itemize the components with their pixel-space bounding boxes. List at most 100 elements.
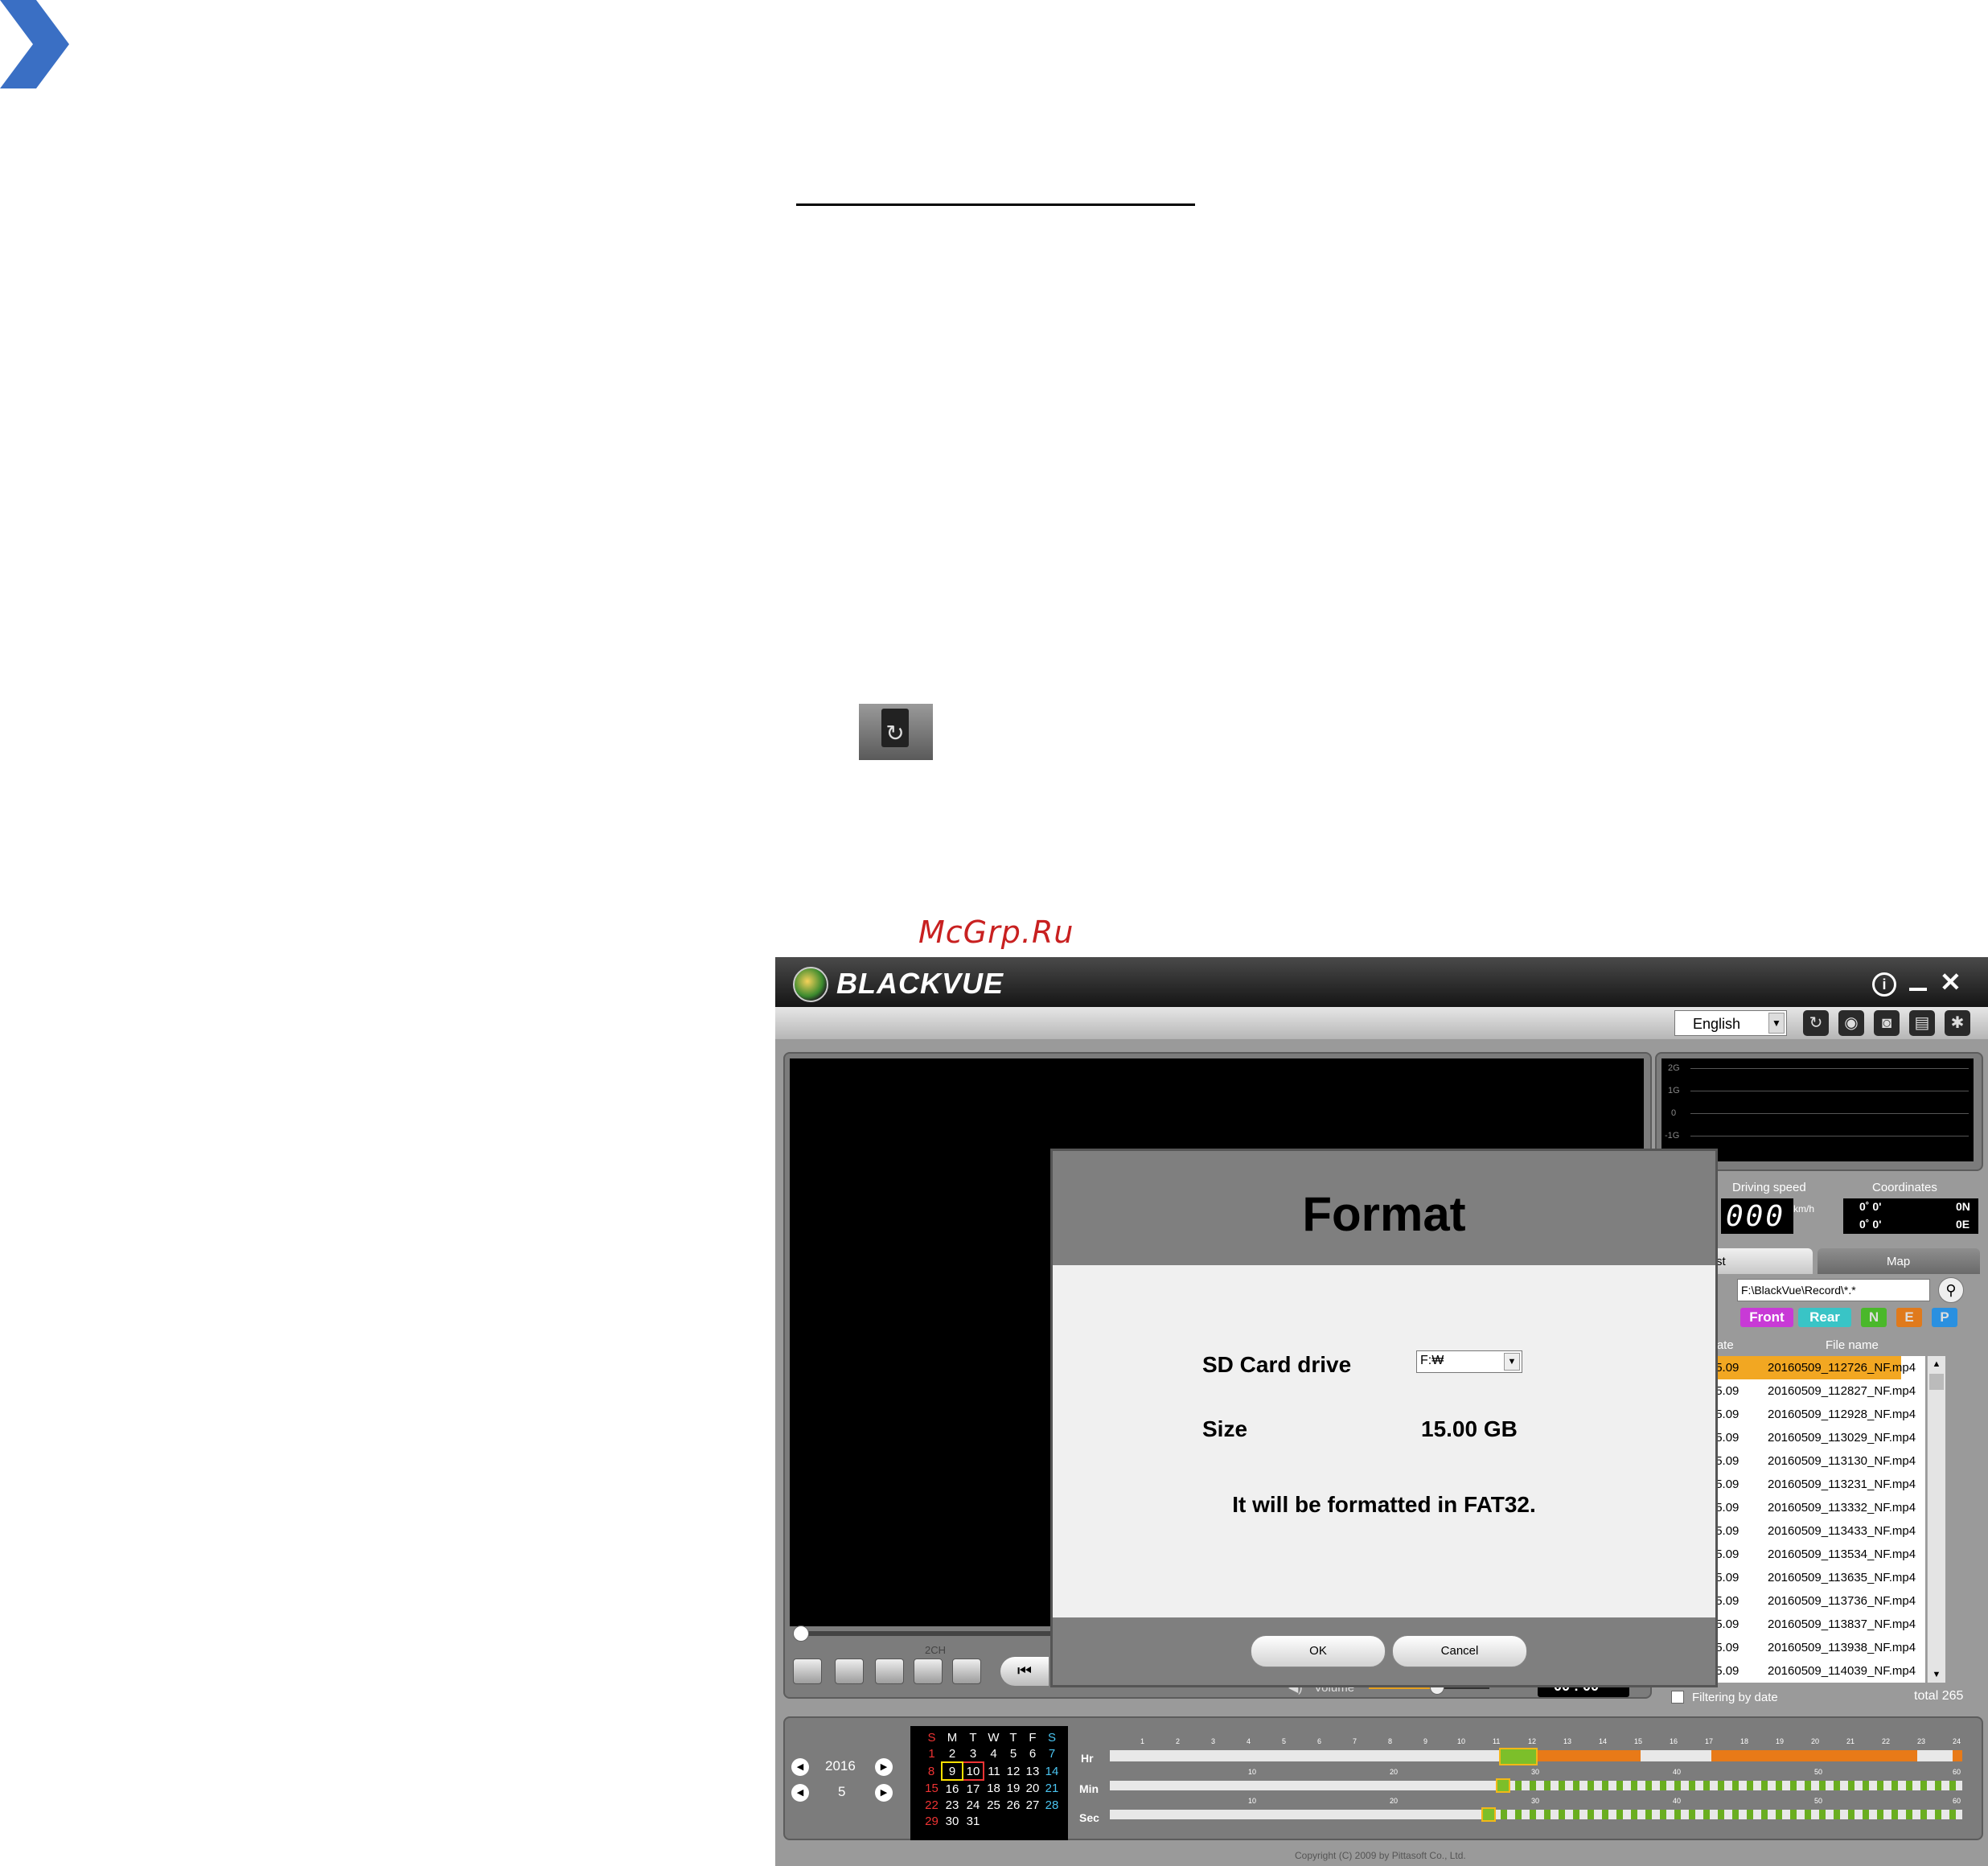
minute-bar[interactable] [1110, 1778, 1962, 1793]
calendar-day[interactable]: 29 [922, 1813, 942, 1829]
calendar-day[interactable]: 26 [1004, 1797, 1023, 1813]
blackvue-logo-icon [793, 967, 828, 1002]
calendar-day[interactable]: 15 [922, 1780, 942, 1797]
weekday-label: T [969, 1730, 977, 1745]
gear-icon[interactable]: ✱ [1945, 1010, 1970, 1036]
rotate-button[interactable] [835, 1658, 864, 1684]
calendar-day[interactable]: 6 [1023, 1745, 1042, 1762]
calendar-day[interactable]: 24 [963, 1797, 984, 1813]
title-bar: BLACKVUE i ✕ [775, 957, 1988, 1007]
tab-map[interactable]: Map [1818, 1248, 1980, 1274]
hour-bar[interactable] [1110, 1748, 1962, 1765]
driving-speed-label: Driving speed [1732, 1181, 1806, 1194]
watermark: McGrp.Ru [918, 915, 1074, 950]
chevron-down-icon: ▼ [1768, 1013, 1785, 1034]
dialog-title: Format [1302, 1187, 1466, 1241]
parking-filter-button[interactable]: P [1932, 1308, 1957, 1327]
calendar-day[interactable]: 22 [922, 1797, 942, 1813]
second-cursor[interactable] [1481, 1807, 1496, 1822]
calendar-day[interactable]: 12 [1004, 1762, 1023, 1780]
map-pin-icon[interactable]: ◉ [1838, 1010, 1864, 1036]
month-value: 5 [838, 1784, 846, 1799]
calendar-day[interactable]: 20 [1023, 1780, 1042, 1797]
toolbar: English ▼ ↻ ◉ ◙ ▤ ✱ [775, 1007, 1988, 1039]
ok-button[interactable]: OK [1251, 1635, 1386, 1667]
calendar-day[interactable]: 31 [963, 1813, 984, 1829]
scroll-up-icon[interactable]: ▲ [1928, 1356, 1945, 1372]
seek-handle[interactable] [793, 1626, 809, 1642]
calendar-day[interactable]: 19 [1004, 1780, 1023, 1797]
minute-cursor[interactable] [1496, 1778, 1510, 1793]
camera-icon[interactable]: ◙ [1874, 1010, 1900, 1036]
year-next-icon[interactable]: ▶ [875, 1758, 893, 1776]
coordinates-display: 0˚ 0' 0N 0˚ 0' 0E [1843, 1198, 1978, 1234]
file-column-header[interactable]: File name [1826, 1338, 1879, 1352]
filter-by-date-label: Filtering by date [1692, 1691, 1778, 1704]
calendar-day[interactable]: 4 [984, 1745, 1004, 1762]
calendar-day[interactable]: 3 [963, 1745, 984, 1762]
month-next-icon[interactable]: ▶ [875, 1784, 893, 1802]
calendar-day[interactable]: 21 [1042, 1780, 1062, 1797]
calendar-day[interactable]: 17 [963, 1780, 984, 1797]
weekday-label: S [1047, 1730, 1056, 1745]
calendar-day[interactable]: 25 [984, 1797, 1004, 1813]
language-value: English [1693, 1016, 1741, 1032]
close-icon[interactable]: ✕ [1940, 967, 1961, 997]
search-icon[interactable]: ⚲ [1938, 1277, 1964, 1303]
path-input[interactable]: F:\BlackVue\Record\*.* [1737, 1279, 1930, 1301]
year-prev-icon[interactable]: ◀ [791, 1758, 809, 1776]
dialog-footer: OK Cancel [1053, 1617, 1715, 1685]
calendar-day[interactable]: 18 [984, 1780, 1004, 1797]
sd-format-icon[interactable]: ↻ [1803, 1010, 1829, 1036]
rear-filter-button[interactable]: Rear [1798, 1308, 1851, 1327]
weekday-label: S [927, 1730, 936, 1745]
calendar-day[interactable]: 23 [942, 1797, 963, 1813]
calendar-day[interactable]: 27 [1023, 1797, 1042, 1813]
coordinates-label: Coordinates [1872, 1181, 1937, 1194]
prev-button[interactable]: ⏮ [1000, 1657, 1049, 1686]
calendar-day-today[interactable]: 10 [962, 1761, 984, 1781]
drive-select[interactable]: F:₩ ▼ [1416, 1350, 1522, 1373]
language-select[interactable]: English ▼ [1674, 1010, 1787, 1036]
calendar-day[interactable]: 1 [922, 1745, 942, 1762]
g-label: 1G [1668, 1086, 1680, 1095]
calendar-day[interactable]: 16 [942, 1780, 963, 1797]
filter-by-date-checkbox[interactable] [1671, 1691, 1684, 1704]
format-dialog: Format SD Card drive F:₩ ▼ Size 15.00 GB… [1050, 1149, 1718, 1687]
calendar-day[interactable]: 11 [984, 1762, 1004, 1780]
calendar-day[interactable]: 14 [1042, 1762, 1062, 1780]
calendar-day[interactable]: 5 [1004, 1745, 1023, 1762]
weekday-label: F [1029, 1730, 1037, 1745]
scroll-down-icon[interactable]: ▼ [1928, 1667, 1945, 1683]
cancel-button[interactable]: Cancel [1392, 1635, 1527, 1667]
switch-channel-button[interactable] [952, 1658, 981, 1684]
month-prev-icon[interactable]: ◀ [791, 1784, 809, 1802]
chevron-right-icon [0, 0, 69, 88]
ch-label: 2CH [925, 1644, 947, 1656]
info-icon[interactable]: i [1872, 972, 1896, 997]
scroll-thumb[interactable] [1929, 1374, 1944, 1390]
second-bar[interactable] [1110, 1807, 1962, 1822]
calendar-day[interactable]: 28 [1042, 1797, 1062, 1813]
front-filter-button[interactable]: Front [1740, 1308, 1793, 1327]
app-title: BLACKVUE [836, 967, 1004, 1000]
flip-button[interactable] [875, 1658, 904, 1684]
minimize-icon[interactable] [1909, 988, 1927, 991]
hour-cursor[interactable] [1499, 1748, 1538, 1765]
year-value: 2016 [825, 1758, 856, 1774]
chevron-down-icon: ▼ [1504, 1353, 1520, 1371]
calendar-day[interactable]: 13 [1023, 1762, 1042, 1780]
calendar-day[interactable]: 7 [1042, 1745, 1062, 1762]
print-icon[interactable]: ▤ [1909, 1010, 1935, 1036]
fullscreen-button[interactable] [793, 1658, 822, 1684]
sd-format-icon: ↻ [859, 704, 933, 760]
calendar-day[interactable]: 2 [942, 1745, 963, 1762]
event-filter-button[interactable]: E [1896, 1308, 1922, 1327]
scrollbar[interactable]: ▲ ▼ [1927, 1356, 1945, 1683]
calendar-day[interactable]: 8 [922, 1762, 942, 1780]
format-note: It will be formatted in FAT32. [1232, 1492, 1536, 1517]
normal-filter-button[interactable]: N [1861, 1308, 1887, 1327]
calendar-day[interactable]: 30 [942, 1813, 963, 1829]
pip-button[interactable] [914, 1658, 943, 1684]
calendar-day-selected[interactable]: 9 [941, 1761, 963, 1781]
